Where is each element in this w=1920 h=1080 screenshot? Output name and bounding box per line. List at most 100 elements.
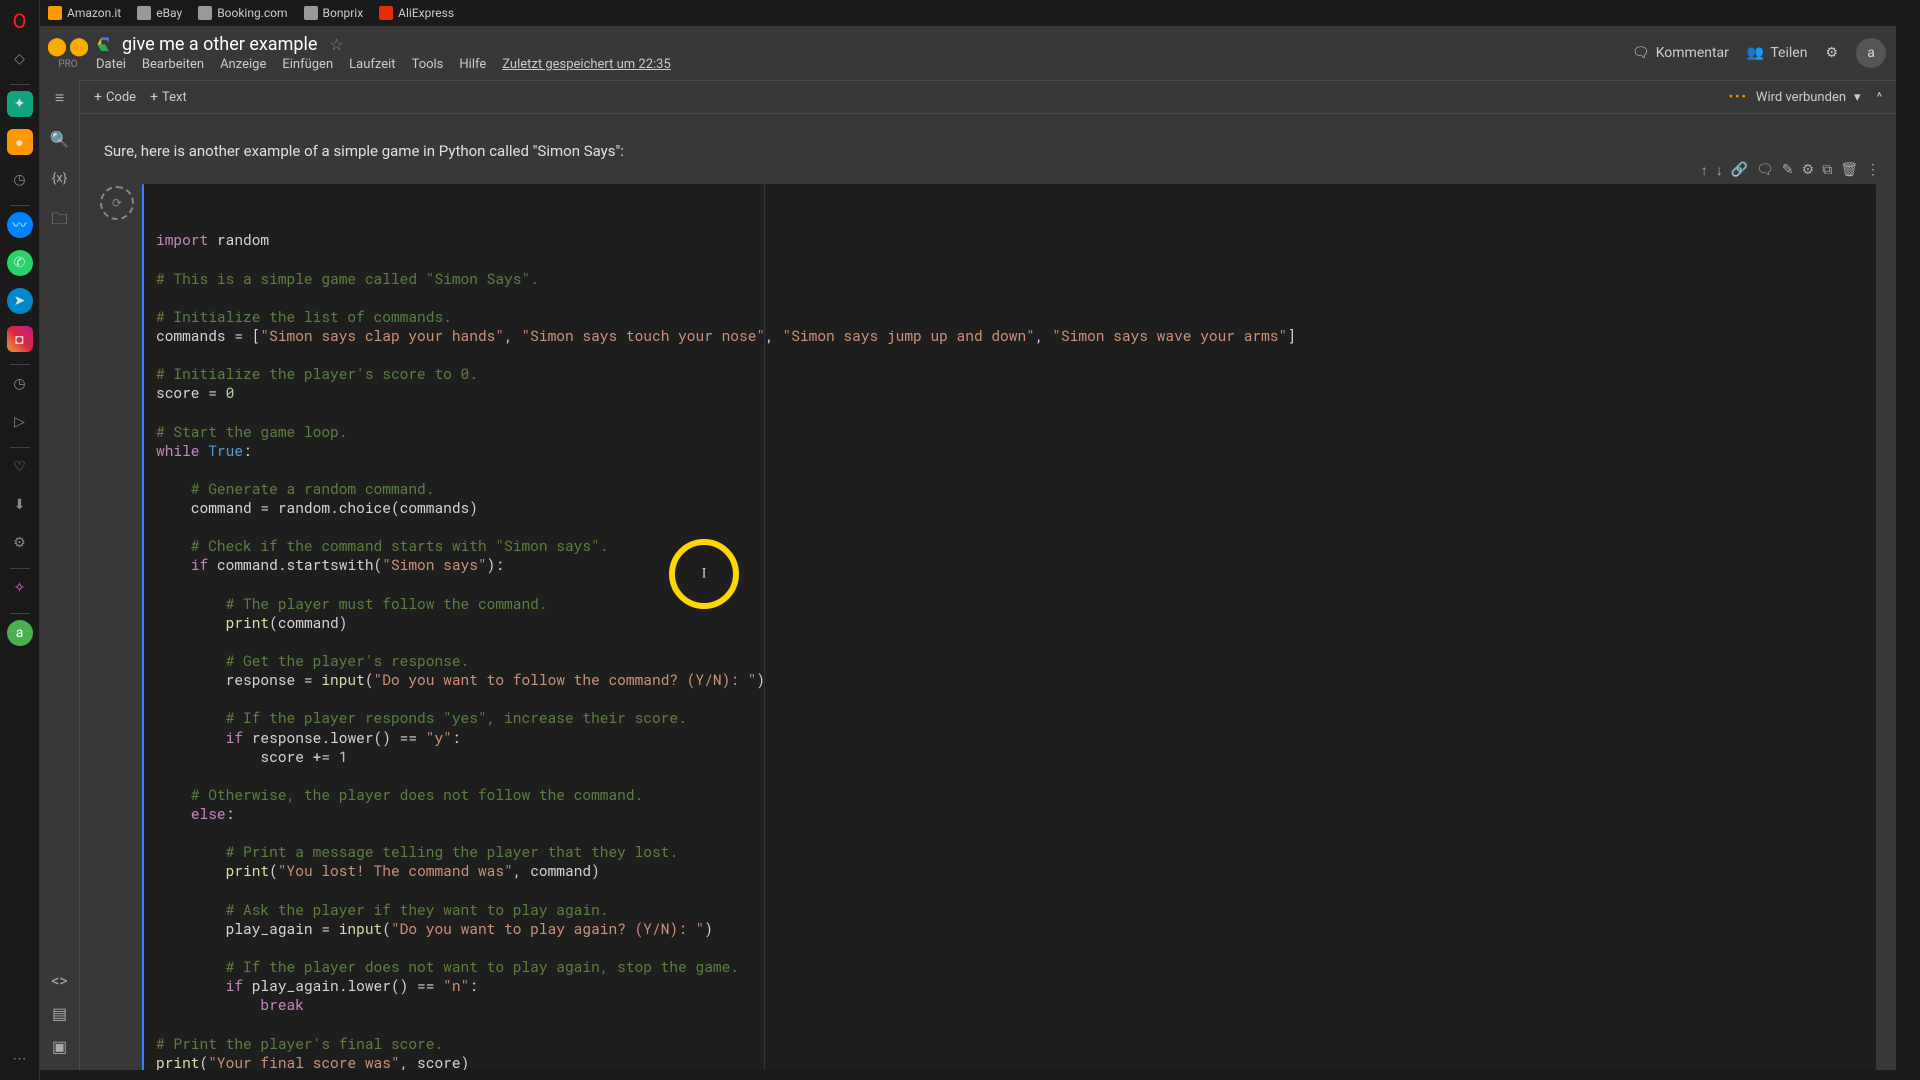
code-token: True bbox=[200, 441, 244, 460]
settings-gear-icon[interactable]: ⚙ bbox=[1825, 45, 1838, 61]
amazon-icon bbox=[48, 6, 62, 20]
bookmark-booking[interactable]: Booking.com bbox=[198, 6, 287, 20]
toc-icon[interactable]: ≡ bbox=[55, 88, 64, 108]
opera-logo-icon[interactable]: O bbox=[7, 8, 33, 34]
menu-tools[interactable]: Tools bbox=[412, 57, 444, 72]
editor-ruler bbox=[764, 184, 765, 1070]
bookmark-aliexpress[interactable]: AliExpress bbox=[379, 6, 454, 20]
aliexpress-icon bbox=[379, 6, 393, 20]
annotation-highlight-circle: I bbox=[669, 539, 739, 609]
code-token bbox=[156, 728, 226, 747]
drive-doc-icon bbox=[96, 36, 114, 54]
add-text-button[interactable]: + Text bbox=[150, 89, 187, 105]
cell-settings-icon[interactable]: ⚙ bbox=[1802, 162, 1815, 179]
edit-cell-icon[interactable]: ✎ bbox=[1782, 162, 1794, 179]
chevron-up-icon[interactable]: ^ bbox=[1877, 90, 1882, 105]
menu-laufzeit[interactable]: Laufzeit bbox=[349, 57, 395, 72]
code-comment: # Otherwise, the player does not follow … bbox=[156, 785, 643, 804]
code-number: 1 bbox=[339, 747, 348, 766]
code-token: , bbox=[1035, 326, 1052, 345]
code-string: "Simon says jump up and down" bbox=[783, 326, 1035, 345]
code-editor[interactable]: import random # This is a simple game ca… bbox=[142, 184, 1876, 1070]
variables-icon[interactable]: {x} bbox=[52, 171, 67, 186]
teilen-button[interactable]: 👥 Teilen bbox=[1747, 45, 1808, 61]
sidebar-gear-icon[interactable]: ⚙ bbox=[7, 530, 33, 556]
kommentar-button[interactable]: 🗨 Kommentar bbox=[1632, 45, 1729, 61]
markdown-cell-text[interactable]: Sure, here is another example of a simpl… bbox=[80, 114, 1896, 176]
menu-saved-status[interactable]: Zuletzt gespeichert um 22:35 bbox=[502, 57, 671, 72]
move-up-icon[interactable]: ↑ bbox=[1701, 162, 1708, 179]
code-string: "Do you want to play again? (Y/N): " bbox=[391, 919, 704, 938]
code-string: "n" bbox=[443, 976, 469, 995]
teilen-label: Teilen bbox=[1770, 45, 1807, 61]
sidebar-clock2-icon[interactable]: ◷ bbox=[7, 371, 33, 397]
bookmark-label: Amazon.it bbox=[67, 6, 121, 20]
sidebar-wand-icon[interactable]: ✧ bbox=[7, 575, 33, 601]
link-icon[interactable]: 🔗 bbox=[1731, 162, 1748, 179]
code-token: ] bbox=[1287, 326, 1296, 345]
menu-bar: Datei Bearbeiten Anzeige Einfügen Laufze… bbox=[96, 57, 1632, 72]
menu-datei[interactable]: Datei bbox=[96, 57, 126, 72]
sidebar-chatgpt-icon[interactable]: ✦ bbox=[7, 91, 33, 117]
code-string: "Your final score was" bbox=[208, 1053, 399, 1070]
pro-label: PRO bbox=[47, 59, 89, 70]
avatar-letter: a bbox=[1867, 45, 1875, 61]
star-icon[interactable]: ☆ bbox=[329, 35, 343, 54]
sidebar-download-icon[interactable]: ⬇ bbox=[7, 492, 33, 518]
browser-bottom-edge bbox=[40, 1070, 1920, 1080]
bookmark-ebay[interactable]: eBay bbox=[137, 6, 182, 20]
terminal-icon[interactable]: ▣ bbox=[52, 1037, 67, 1056]
code-string: "Simon says clap your hands" bbox=[260, 326, 504, 345]
code-keyword: if bbox=[226, 728, 243, 747]
sidebar-heart-icon[interactable]: ♡ bbox=[7, 454, 33, 480]
bookmark-bonprix[interactable]: Bonprix bbox=[304, 6, 364, 20]
code-comment: # Get the player's response. bbox=[156, 651, 469, 670]
code-token: , bbox=[765, 326, 782, 345]
run-cell-button[interactable]: ⟳ bbox=[100, 186, 134, 220]
search-icon[interactable]: 🔍 bbox=[50, 130, 70, 149]
comment-icon: 🗨 bbox=[1632, 45, 1650, 61]
chevron-down-icon[interactable]: ▾ bbox=[1854, 90, 1861, 105]
sidebar-player-icon[interactable]: ▷ bbox=[7, 409, 33, 435]
sidebar-more-icon[interactable]: ⋯ bbox=[7, 1046, 33, 1072]
delete-cell-icon[interactable]: 🗑 bbox=[1840, 162, 1858, 179]
bookmark-amazon[interactable]: Amazon.it bbox=[48, 6, 121, 20]
sidebar-whatsapp-icon[interactable]: ✆ bbox=[7, 250, 33, 276]
sidebar-clock-icon[interactable]: ◷ bbox=[7, 167, 33, 193]
share-icon: 👥 bbox=[1747, 45, 1764, 61]
bookmark-label: AliExpress bbox=[398, 6, 454, 20]
sidebar-telegram-icon[interactable]: ➤ bbox=[7, 288, 33, 314]
menu-einfuegen[interactable]: Einfügen bbox=[282, 57, 333, 72]
code-token: (command) bbox=[269, 613, 347, 632]
ebay-icon bbox=[137, 6, 151, 20]
code-token: : bbox=[469, 976, 478, 995]
cell-more-icon[interactable]: ⋮ bbox=[1866, 162, 1880, 179]
avatar[interactable]: a bbox=[1856, 38, 1886, 68]
comment-cell-icon[interactable]: 🗨 bbox=[1756, 162, 1774, 179]
mirror-cell-icon[interactable]: ⧉ bbox=[1822, 162, 1832, 179]
cell-toolbar: ↑ ↓ 🔗 🗨 ✎ ⚙ ⧉ 🗑 ⋮ bbox=[1701, 162, 1880, 179]
code-string: "Do you want to follow the command? (Y/N… bbox=[374, 670, 757, 689]
document-title[interactable]: give me a other example bbox=[122, 34, 317, 55]
menu-hilfe[interactable]: Hilfe bbox=[459, 57, 486, 72]
colab-left-rail: ≡ 🔍 {x} 🗀 <> ▤ ▣ bbox=[40, 80, 80, 1070]
menu-bearbeiten[interactable]: Bearbeiten bbox=[142, 57, 204, 72]
move-down-icon[interactable]: ↓ bbox=[1716, 162, 1723, 179]
connection-status[interactable]: ••• Wird verbunden ▾ ^ bbox=[1729, 90, 1882, 105]
sidebar-account-icon[interactable]: a bbox=[7, 620, 33, 646]
sidebar-instagram-icon[interactable]: ◘ bbox=[7, 326, 33, 352]
code-comment: # Generate a random command. bbox=[156, 479, 434, 498]
add-code-button[interactable]: + Code bbox=[94, 89, 136, 105]
command-palette-icon[interactable]: ▤ bbox=[52, 1004, 67, 1023]
colab-logo-icon[interactable]: ⬤⬤ PRO bbox=[50, 36, 86, 70]
code-snippets-icon[interactable]: <> bbox=[51, 971, 68, 990]
colab-header: ⬤⬤ PRO give me a other example ☆ Datei B… bbox=[40, 26, 1896, 80]
sidebar-home-icon[interactable]: ◇ bbox=[7, 46, 33, 72]
folder-icon[interactable]: 🗀 bbox=[51, 208, 67, 235]
code-token: : bbox=[452, 728, 461, 747]
code-cell: ⟳ import random # This is a simple game … bbox=[100, 184, 1876, 1070]
code-comment: # Print the player's final score. bbox=[156, 1034, 443, 1053]
sidebar-messenger-icon[interactable]: 〰 bbox=[7, 212, 33, 238]
menu-anzeige[interactable]: Anzeige bbox=[220, 57, 266, 72]
sidebar-app-icon[interactable]: ● bbox=[7, 129, 33, 155]
